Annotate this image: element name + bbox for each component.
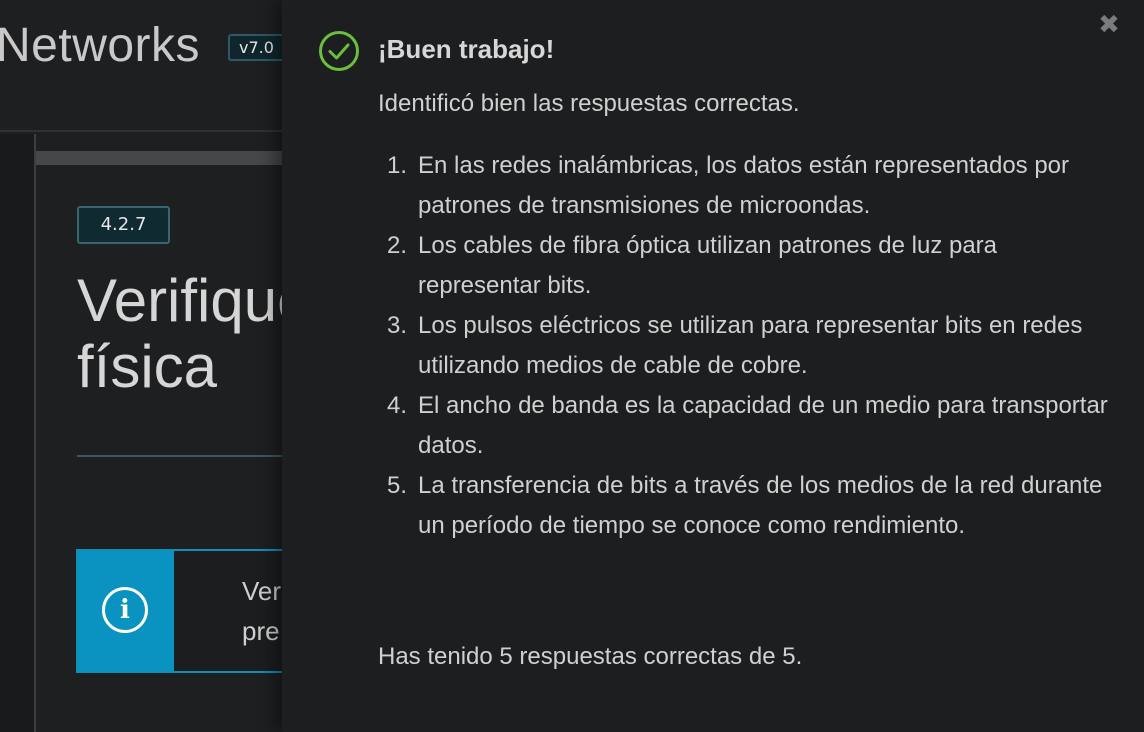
close-icon[interactable]: ✖ xyxy=(1096,12,1122,38)
feedback-score-summary: Has tenido 5 respuestas correctas de 5. xyxy=(378,643,803,670)
feedback-intro: Identificó bien las respuestas correctas… xyxy=(378,90,800,117)
left-nav-rail[interactable] xyxy=(0,134,36,732)
brand-title: Networks xyxy=(0,19,201,72)
info-callout-sidebar: i xyxy=(78,551,174,671)
list-item: Los pulsos eléctricos se utilizan para r… xyxy=(387,306,1083,379)
check-circle-icon xyxy=(319,31,359,71)
content-divider xyxy=(34,134,36,732)
list-item: En las redes inalámbricas, los datos est… xyxy=(387,146,1070,219)
list-item: El ancho de banda es la capacidad de un … xyxy=(387,386,1108,459)
list-item: Los cables de fibra óptica utilizan patr… xyxy=(387,226,998,299)
section-number-badge: 4.2.7 xyxy=(77,206,170,244)
version-badge: v7.0 xyxy=(228,34,285,61)
list-item: La transferencia de bits a través de los… xyxy=(387,466,1103,539)
feedback-title: ¡Buen trabajo! xyxy=(378,34,555,64)
feedback-panel: ✖ ¡Buen trabajo! Identificó bien las res… xyxy=(282,0,1144,732)
info-icon: i xyxy=(102,587,148,633)
feedback-answer-list: En las redes inalámbricas, los datos est… xyxy=(378,146,1118,546)
